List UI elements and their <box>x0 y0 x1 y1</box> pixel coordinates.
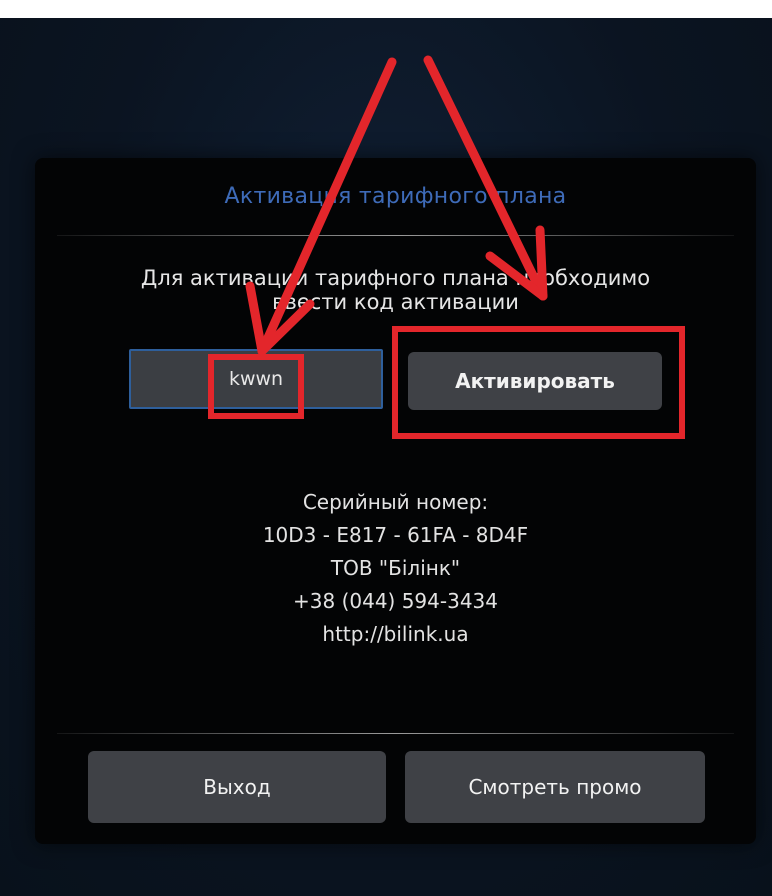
serial-label: Серийный номер: <box>302 490 489 514</box>
device-info: Серийный номер: 10D3 - E817 - 61FA - 8D4… <box>35 486 756 651</box>
activation-dialog: Активация тарифного плана Для активации … <box>35 158 756 844</box>
footer-divider <box>57 733 734 734</box>
title-divider <box>57 235 734 236</box>
exit-button[interactable]: Выход <box>88 751 386 823</box>
serial-number: 10D3 - E817 - 61FA - 8D4F <box>262 523 529 547</box>
instruction-text: Для активации тарифного плана необходимо… <box>65 266 726 314</box>
top-strip <box>0 0 772 18</box>
phone-number: +38 (044) 594-3434 <box>293 589 498 613</box>
activation-code-input[interactable] <box>129 349 383 409</box>
activate-button[interactable]: Активировать <box>408 352 662 410</box>
company-name: ТОВ "Білінк" <box>330 556 461 580</box>
watch-promo-button[interactable]: Смотреть промо <box>405 751 705 823</box>
screen-background: Активация тарифного плана Для активации … <box>0 0 772 896</box>
website-url: http://bilink.ua <box>322 622 469 646</box>
instruction-line-2: ввести код активации <box>272 290 519 314</box>
instruction-line-1: Для активации тарифного плана необходимо <box>140 266 651 290</box>
dialog-title: Активация тарифного плана <box>224 184 567 209</box>
